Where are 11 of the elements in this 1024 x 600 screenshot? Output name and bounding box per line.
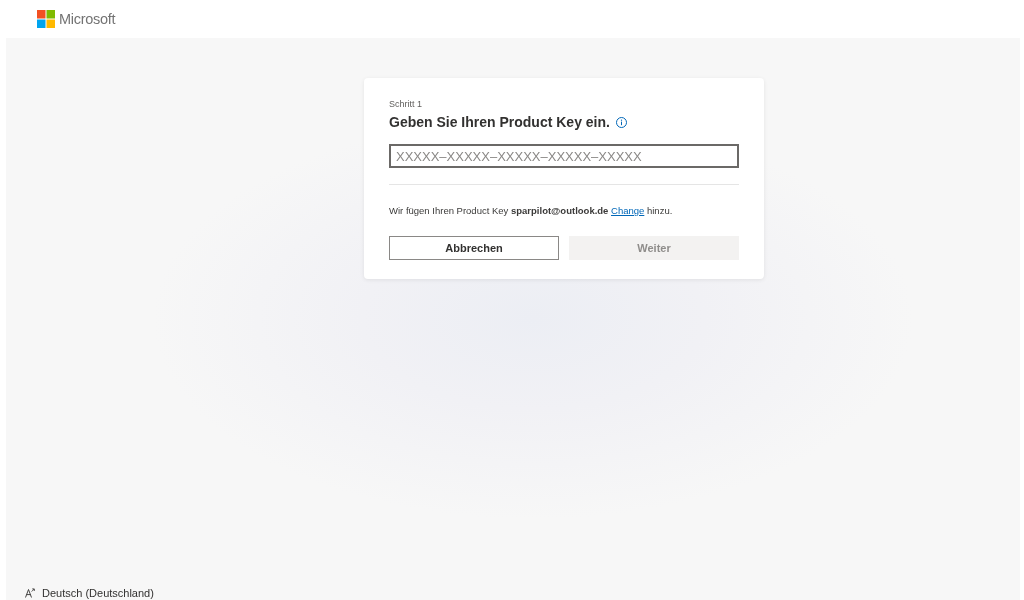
step-label: Schritt 1 [389, 98, 423, 110]
cancel-button[interactable]: Abbrechen [389, 236, 559, 260]
language-icon [25, 587, 35, 598]
change-link[interactable]: Change [611, 205, 645, 216]
account-notice: Wir fügen Ihren Product Key sparpilot@outlook.de Change hinzu. [389, 204, 674, 218]
logo-icon [37, 10, 55, 28]
info-icon[interactable] [615, 116, 627, 128]
product-key-field[interactable]: XXXXX–XXXXX–XXXXX–XXXXX–XXXXX [389, 144, 739, 168]
language-selector[interactable]: Deutsch (Deutschland) [42, 585, 154, 600]
card-title: Geben Sie Ihren Product Key ein. [389, 113, 610, 132]
logo-text: Microsoft [59, 10, 116, 28]
